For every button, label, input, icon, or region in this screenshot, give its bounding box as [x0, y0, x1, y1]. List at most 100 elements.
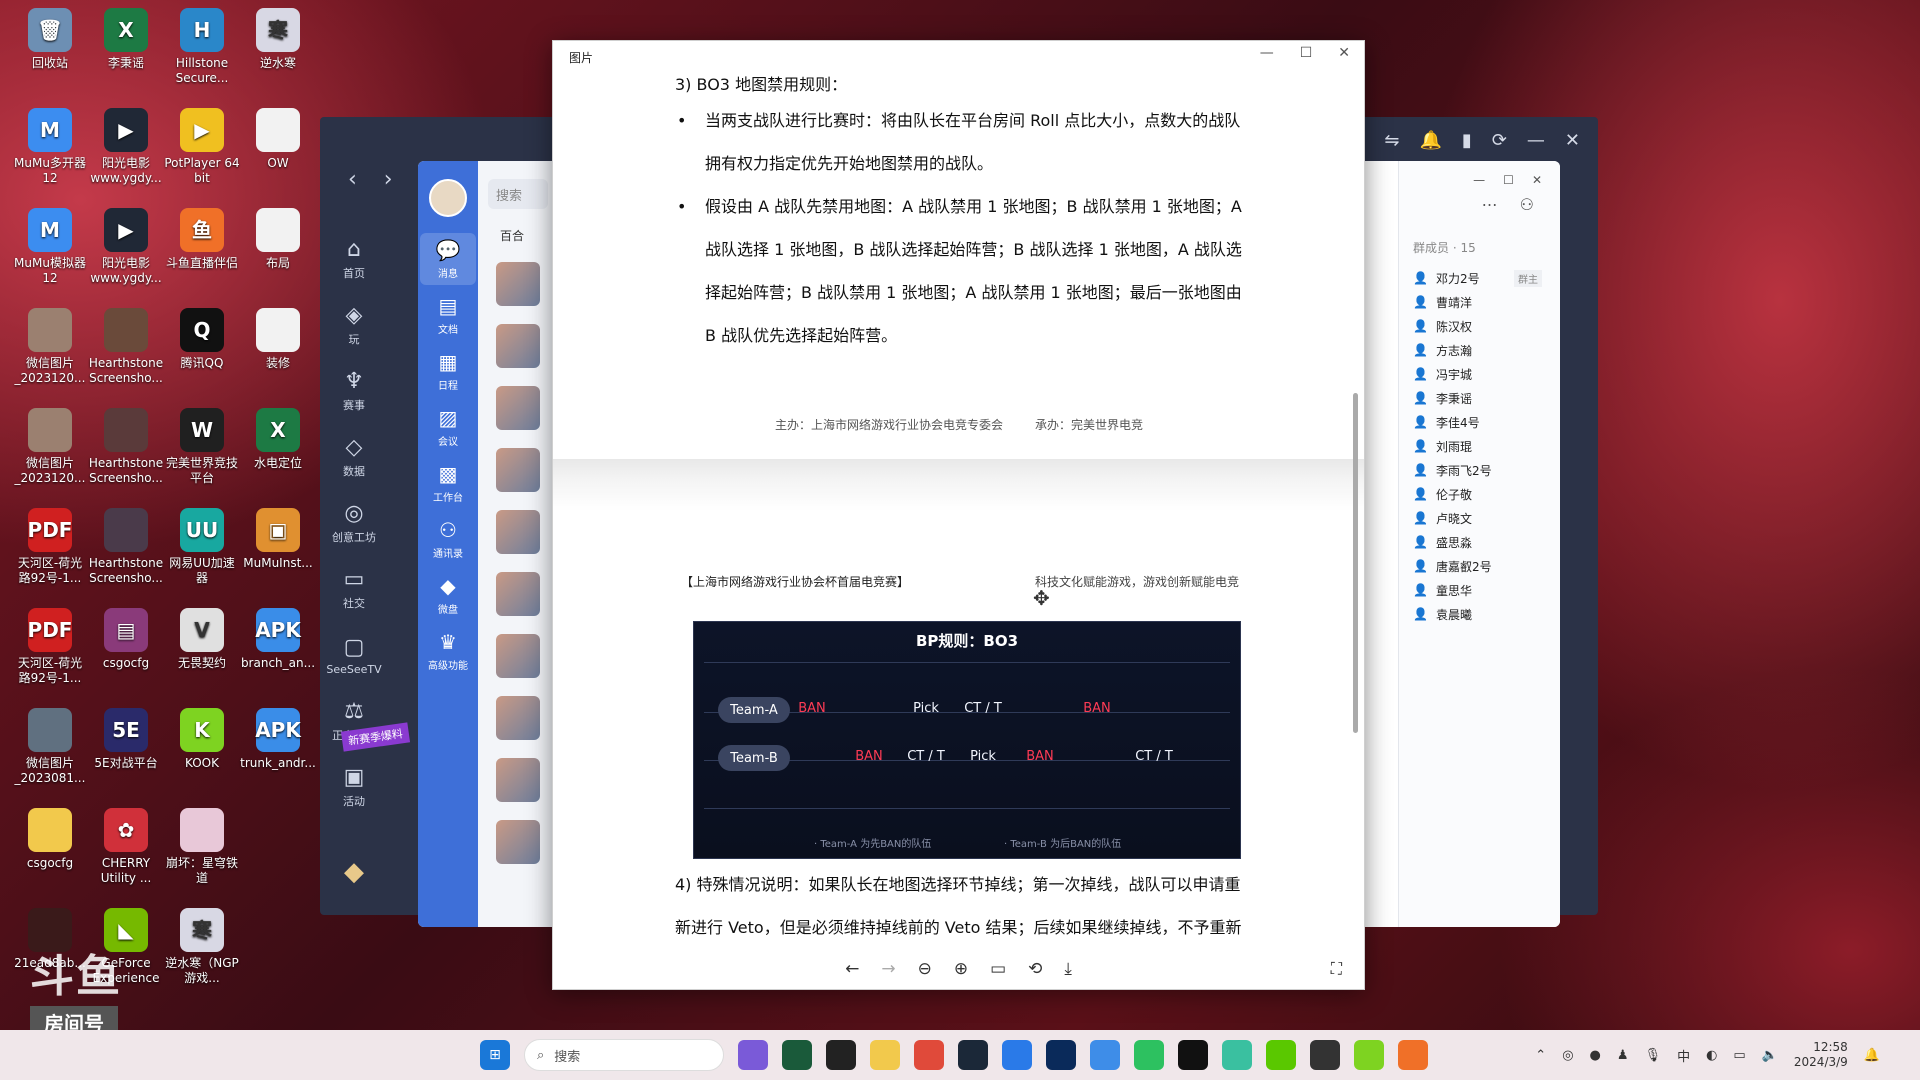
download-icon[interactable]: ⤓: [1064, 959, 1072, 979]
desktop-icon[interactable]: 5E 5E对战平台: [88, 708, 164, 771]
desktop-icon[interactable]: csgocfg: [12, 808, 88, 871]
chat-nav-item[interactable]: ◆ 微盘: [420, 569, 476, 621]
member-item[interactable]: 👤 唐嘉叡2号: [1413, 554, 1560, 578]
desktop-icon[interactable]: 微信图片_2023120...: [12, 308, 88, 386]
desktop-icon[interactable]: 布局: [240, 208, 316, 271]
next-icon[interactable]: →: [881, 959, 895, 979]
member-item[interactable]: 👤 曹靖洋: [1413, 290, 1560, 314]
kook-icon[interactable]: [1354, 1040, 1384, 1070]
desktop-icon[interactable]: 微信图片_2023120...: [12, 408, 88, 486]
member-item[interactable]: 👤 李秉谣: [1413, 386, 1560, 410]
steam-icon[interactable]: [958, 1040, 988, 1070]
fullscreen-icon[interactable]: ⛶: [1331, 959, 1342, 979]
list-item[interactable]: [496, 758, 540, 802]
desktop-icon[interactable]: H Hillstone Secure...: [164, 8, 240, 86]
member-item[interactable]: 👤 方志瀚: [1413, 338, 1560, 362]
member-item[interactable]: 👤 伦子敬: [1413, 482, 1560, 506]
desktop-icon[interactable]: 崩坏：星穹铁道: [164, 808, 240, 886]
more-icon[interactable]: ⋯: [1482, 195, 1498, 214]
desktop-icon[interactable]: V 无畏契约: [164, 608, 240, 671]
microphone-icon[interactable]: 🎙: [1645, 1048, 1662, 1063]
client-nav-item[interactable]: ▣ 活动: [324, 755, 384, 821]
ime-indicator[interactable]: 中: [1677, 1046, 1690, 1065]
scrollbar[interactable]: [1353, 393, 1358, 733]
desktop-icon[interactable]: ▤ csgocfg: [88, 608, 164, 671]
tray-app-icon[interactable]: ♟: [1617, 1048, 1629, 1063]
client-nav-item[interactable]: ◈ 玩: [324, 293, 384, 359]
swap-icon[interactable]: ⇋: [1384, 130, 1399, 151]
avatar[interactable]: [429, 179, 467, 217]
desktop-icon[interactable]: 鱼斗鱼直播伴侣: [164, 208, 240, 271]
desktop-icon[interactable]: 微信图片_2023081...: [12, 708, 88, 786]
iqiyi-icon[interactable]: [1266, 1040, 1296, 1070]
douyu-icon[interactable]: [1398, 1040, 1428, 1070]
client-nav-item[interactable]: ▭ 社交: [324, 557, 384, 623]
client-nav-item[interactable]: ▢ SeeSeeTV: [324, 623, 384, 689]
member-item[interactable]: 👤 刘雨琨: [1413, 434, 1560, 458]
chat-nav-item[interactable]: ▩ 工作台: [420, 457, 476, 509]
list-item[interactable]: [496, 510, 540, 554]
minimize-icon[interactable]: —: [1473, 173, 1485, 187]
desktop-icon[interactable]: Hearthstone Screensho...: [88, 408, 164, 486]
clock[interactable]: 12:58 2024/3/9: [1794, 1040, 1848, 1070]
start-icon[interactable]: ⊞: [480, 1040, 510, 1070]
desktop-icon[interactable]: APK trunk_andr...: [240, 708, 316, 771]
taskbar-search[interactable]: ⌕ 搜索: [524, 1039, 724, 1071]
add-member-icon[interactable]: ⚇: [1520, 195, 1534, 214]
search-input[interactable]: 搜索: [488, 179, 548, 209]
desktop-icon[interactable]: OW: [240, 108, 316, 171]
video-player-icon[interactable]: [1222, 1040, 1252, 1070]
list-item[interactable]: [496, 262, 540, 306]
group-label[interactable]: 百合: [500, 227, 558, 244]
member-item[interactable]: 👤 李佳4号: [1413, 410, 1560, 434]
close-icon[interactable]: ✕: [1565, 130, 1580, 151]
client-nav-item[interactable]: ◇ 数据: [324, 425, 384, 491]
desktop-icon[interactable]: W 完美世界竞技平台: [164, 408, 240, 486]
desktop-icon[interactable]: M MuMu多开器12: [12, 108, 88, 186]
desktop-icon[interactable]: 寒逆水寒: [240, 8, 316, 71]
qq-icon[interactable]: [1178, 1040, 1208, 1070]
minimize-icon[interactable]: —: [1260, 45, 1274, 61]
app-icon[interactable]: [826, 1040, 856, 1070]
desktop-icon[interactable]: ▶ 阳光电影www.ygdy...: [88, 108, 164, 186]
client-nav-item[interactable]: ♆ 赛事: [324, 359, 384, 425]
network-icon[interactable]: ▭: [1733, 1048, 1745, 1063]
list-item[interactable]: [496, 634, 540, 678]
desktop-icon[interactable]: M MuMu模拟器12: [12, 208, 88, 286]
perfect-world-icon[interactable]: [1310, 1040, 1340, 1070]
chat-nav-item[interactable]: ⚇ 通讯录: [420, 513, 476, 565]
chrome-icon[interactable]: [914, 1040, 944, 1070]
refresh-icon[interactable]: ⟳: [1492, 130, 1507, 151]
desktop-icon[interactable]: ▣ MuMuInst...: [240, 508, 316, 571]
desktop-icon[interactable]: ✿ CHERRY Utility ...: [88, 808, 164, 886]
desktop-icon[interactable]: ▶ PotPlayer 64 bit: [164, 108, 240, 186]
desktop-icon[interactable]: 寒逆水寒（NGP游戏...: [164, 908, 240, 986]
desktop-icon[interactable]: X 李秉谣: [88, 8, 164, 71]
zoom-out-icon[interactable]: ⊖: [918, 959, 932, 979]
member-item[interactable]: 👤 盛思淼: [1413, 530, 1560, 554]
chat-nav-item[interactable]: ▤ 文档: [420, 289, 476, 341]
desktop-icon[interactable]: PDF 天河区-荷光路92号-1...: [12, 608, 88, 686]
actual-size-icon[interactable]: ▭: [990, 959, 1006, 979]
previous-icon[interactable]: ←: [845, 959, 859, 979]
volume-icon[interactable]: 🔈: [1762, 1048, 1778, 1063]
app-icon[interactable]: [1046, 1040, 1076, 1070]
desktop-icon[interactable]: Hearthstone Screensho...: [88, 508, 164, 586]
member-item[interactable]: 👤 童思华: [1413, 578, 1560, 602]
tray-app-icon[interactable]: ◎: [1562, 1048, 1573, 1063]
maximize-icon[interactable]: ☐: [1300, 45, 1313, 61]
desktop-icon[interactable]: 装修: [240, 308, 316, 371]
file-explorer-icon[interactable]: [870, 1040, 900, 1070]
desktop-icon[interactable]: UU 网易UU加速器: [164, 508, 240, 586]
list-item[interactable]: [496, 820, 540, 864]
notification-icon[interactable]: 🔔: [1864, 1048, 1880, 1063]
client-nav-item[interactable]: ⌂ 首页: [324, 227, 384, 293]
chat-nav-item[interactable]: 💬 消息: [420, 233, 476, 285]
desktop-icon[interactable]: X 水电定位: [240, 408, 316, 471]
bell-icon[interactable]: 🔔: [1419, 130, 1441, 151]
chat-nav-item[interactable]: ♛ 高级功能: [420, 625, 476, 677]
list-item[interactable]: [496, 386, 540, 430]
wecom-icon[interactable]: [1090, 1040, 1120, 1070]
chat-nav-item[interactable]: ▨ 会议: [420, 401, 476, 453]
app-icon[interactable]: [1002, 1040, 1032, 1070]
